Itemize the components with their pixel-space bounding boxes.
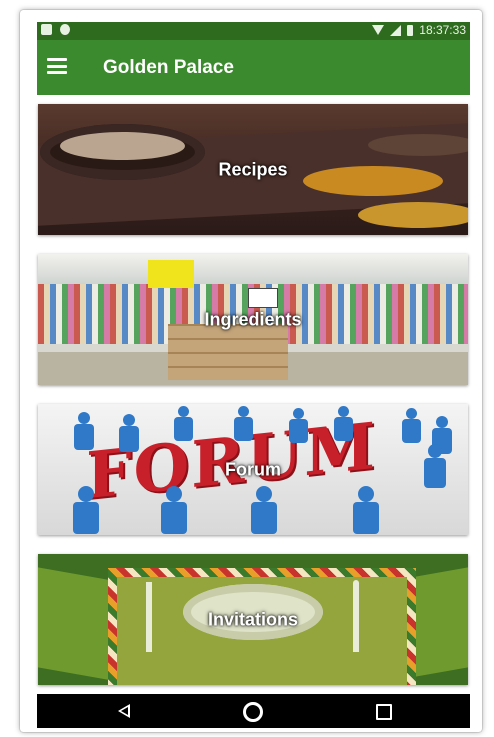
card-label-ingredients: Ingredients bbox=[204, 309, 302, 329]
card-label-recipes: Recipes bbox=[218, 159, 288, 179]
recent-apps-icon[interactable] bbox=[376, 704, 392, 720]
wifi-icon bbox=[372, 25, 385, 35]
card-forum[interactable]: FORUM Forum bbox=[38, 404, 468, 535]
home-icon[interactable] bbox=[243, 702, 263, 722]
status-bar: 18:37:33 bbox=[37, 22, 470, 40]
image-icon bbox=[41, 24, 52, 35]
ingredients-image bbox=[38, 254, 468, 284]
status-time: 18:37:33 bbox=[419, 23, 466, 37]
notification-icon bbox=[60, 24, 70, 35]
card-label-forum: Forum bbox=[225, 459, 281, 479]
card-recipes[interactable]: Recipes bbox=[38, 104, 468, 235]
card-invitations[interactable]: Invitations bbox=[38, 554, 468, 685]
battery-icon bbox=[407, 24, 414, 36]
app-title: Golden Palace bbox=[103, 57, 234, 78]
hamburger-menu-icon[interactable] bbox=[47, 58, 67, 74]
signal-icon bbox=[390, 24, 402, 36]
card-label-invitations: Invitations bbox=[207, 609, 298, 629]
back-icon[interactable] bbox=[118, 704, 130, 718]
navigation-bar bbox=[37, 694, 470, 728]
card-ingredients[interactable]: Ingredients bbox=[38, 254, 468, 385]
app-bar: Golden Palace bbox=[37, 40, 470, 95]
